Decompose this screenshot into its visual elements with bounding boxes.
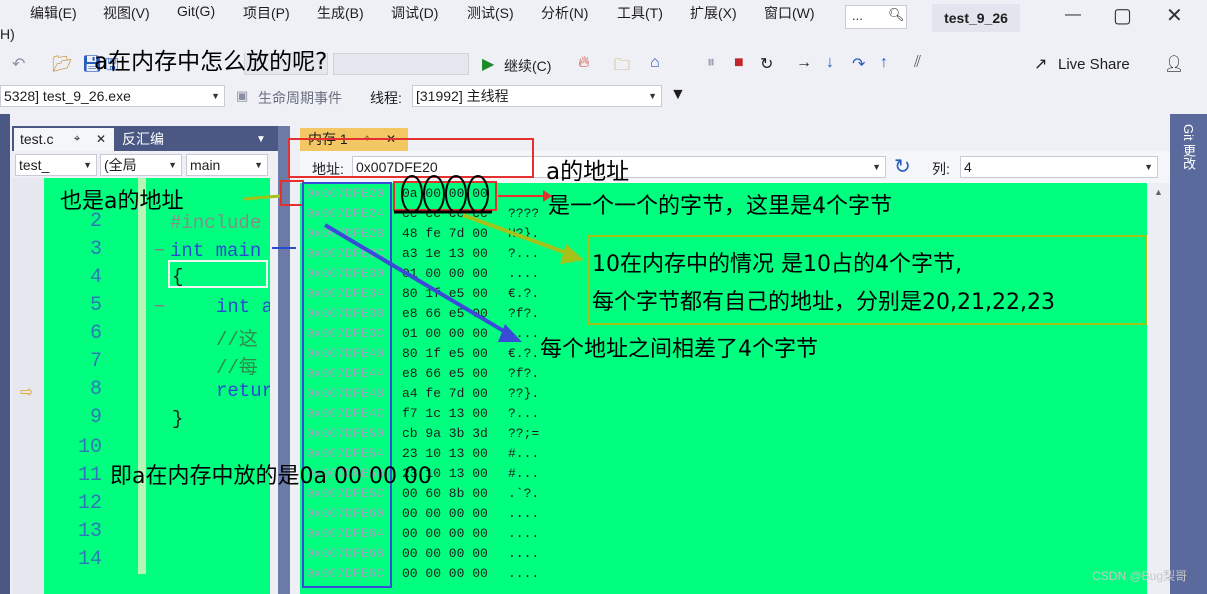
also-address-arrow [243, 194, 281, 201]
also-address-annotation: 也是a的地址 [60, 189, 184, 214]
address-highlight-box [288, 138, 534, 178]
address-column-box [302, 182, 392, 588]
explanation-line-1: 10在内存中的情况 是10占的4个字节, [592, 252, 962, 277]
blue-arrow [323, 223, 514, 338]
explanation-line-2: 每个字节都有自己的地址，分别是20,21,22,23 [592, 290, 1055, 315]
question-annotation: a在内存中怎么放的呢? [94, 49, 328, 75]
watermark: CSDN @Bug梨哥 [1092, 569, 1187, 583]
result-annotation: 即a在内存中放的是0a 00 00 00 [110, 464, 432, 489]
bytes-annotation: 是一个一个的字节，这里是4个字节 [548, 194, 892, 219]
green-arrowhead [560, 244, 584, 264]
blue-arrowhead [498, 324, 522, 342]
first-row-box [393, 181, 497, 211]
green-arrow [462, 213, 573, 257]
first-address-box [280, 180, 304, 206]
step-annotation: 每个地址之间相差了4个字节 [540, 337, 818, 362]
address-annotation: a的地址 [546, 159, 630, 185]
